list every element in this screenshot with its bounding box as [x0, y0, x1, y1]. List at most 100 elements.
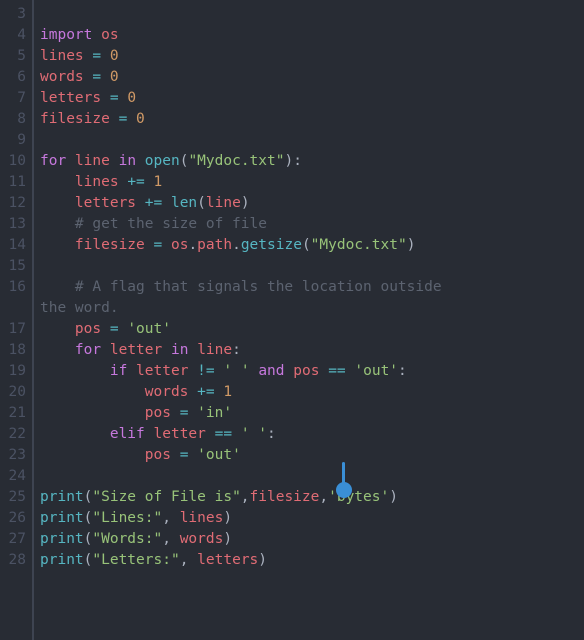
code-line[interactable]: lines += 1	[40, 172, 584, 193]
token-str: ' '	[223, 363, 249, 379]
token-def	[188, 384, 197, 400]
token-def	[188, 363, 197, 379]
token-punc: )	[223, 531, 232, 547]
token-ident: pos	[75, 321, 101, 337]
token-kw: for	[40, 153, 66, 169]
token-op: +=	[145, 195, 162, 211]
code-line[interactable]: for line in open("Mydoc.txt"):	[40, 151, 584, 172]
token-def	[136, 195, 145, 211]
token-def	[40, 195, 75, 211]
token-def	[119, 90, 128, 106]
token-punc: ,	[162, 531, 179, 547]
token-def	[101, 342, 110, 358]
token-ident: letter	[110, 342, 162, 358]
token-op: =	[110, 321, 119, 337]
token-op: =	[154, 237, 163, 253]
code-line[interactable]: import os	[40, 25, 584, 46]
token-def	[145, 237, 154, 253]
line-number: 26	[0, 508, 26, 529]
code-line[interactable]: print("Lines:", lines)	[40, 508, 584, 529]
token-num: 1	[154, 174, 163, 190]
token-def	[40, 321, 75, 337]
token-ident: words	[145, 384, 189, 400]
token-bfunc: print	[40, 552, 84, 568]
line-number: 18	[0, 340, 26, 361]
code-line[interactable]: pos = 'in'	[40, 403, 584, 424]
code-line[interactable]: pos = 'out'	[40, 445, 584, 466]
code-line[interactable]: filesize = os.path.getsize("Mydoc.txt")	[40, 235, 584, 256]
cursor-indicator-icon	[336, 482, 352, 498]
token-punc: .	[188, 237, 197, 253]
token-bfunc: print	[40, 531, 84, 547]
token-kw: and	[258, 363, 284, 379]
code-area[interactable]: import oslines = 0words = 0letters = 0fi…	[40, 0, 584, 640]
token-str: "Mydoc.txt"	[188, 153, 284, 169]
token-punc: (	[197, 195, 206, 211]
code-line[interactable]	[40, 4, 584, 25]
token-bfunc: len	[171, 195, 197, 211]
token-op: !=	[197, 363, 214, 379]
token-def	[40, 363, 110, 379]
code-line[interactable]: # A flag that signals the location outsi…	[40, 277, 584, 298]
token-ident: filesize	[250, 489, 320, 505]
line-number: 28	[0, 550, 26, 571]
code-line[interactable]: words = 0	[40, 67, 584, 88]
token-def	[319, 363, 328, 379]
code-line[interactable]: the word.	[40, 298, 584, 319]
token-cmt: # A flag that signals the location outsi…	[75, 279, 450, 295]
token-punc: :	[267, 426, 276, 442]
code-line[interactable]	[40, 466, 584, 487]
code-line[interactable]: print("Words:", words)	[40, 529, 584, 550]
token-def	[40, 342, 75, 358]
token-str: "Lines:"	[92, 510, 162, 526]
code-line[interactable]: # get the size of file	[40, 214, 584, 235]
token-ident: os	[171, 237, 188, 253]
code-line[interactable]: letters += len(line)	[40, 193, 584, 214]
code-line[interactable]: lines = 0	[40, 46, 584, 67]
code-line[interactable]: words += 1	[40, 382, 584, 403]
token-punc: ,	[319, 489, 328, 505]
token-ident: letters	[75, 195, 136, 211]
token-punc: ,	[241, 489, 250, 505]
line-number: 8	[0, 109, 26, 130]
token-def	[40, 237, 75, 253]
line-number: 11	[0, 172, 26, 193]
token-func: getsize	[241, 237, 302, 253]
line-number: 17	[0, 319, 26, 340]
token-ident: pos	[145, 405, 171, 421]
code-line[interactable]: print("Size of File is",filesize,'bytes'…	[40, 487, 584, 508]
token-str: 'out'	[354, 363, 398, 379]
token-def	[171, 447, 180, 463]
token-def	[188, 405, 197, 421]
token-def	[40, 447, 145, 463]
code-editor[interactable]: 3456789101112131415161718192021222324252…	[0, 0, 584, 640]
token-def	[232, 426, 241, 442]
token-bfunc: print	[40, 489, 84, 505]
code-line[interactable]: elif letter == ' ':	[40, 424, 584, 445]
line-number: 6	[0, 67, 26, 88]
code-line[interactable]: letters = 0	[40, 88, 584, 109]
line-number: 5	[0, 46, 26, 67]
token-str: "Mydoc.txt"	[311, 237, 407, 253]
token-def	[40, 426, 110, 442]
code-line[interactable]: pos = 'out'	[40, 319, 584, 340]
line-number: 24	[0, 466, 26, 487]
token-op: =	[92, 48, 101, 64]
code-line[interactable]	[40, 256, 584, 277]
line-number	[0, 298, 26, 319]
token-op: ==	[328, 363, 345, 379]
token-num: 0	[110, 48, 119, 64]
code-line[interactable]: if letter != ' ' and pos == 'out':	[40, 361, 584, 382]
code-line[interactable]: filesize = 0	[40, 109, 584, 130]
code-line[interactable]: print("Letters:", letters)	[40, 550, 584, 571]
token-num: 1	[223, 384, 232, 400]
token-ident: words	[180, 531, 224, 547]
code-line[interactable]: for letter in line:	[40, 340, 584, 361]
token-cmt: # get the size of file	[75, 216, 267, 232]
token-ident: letters	[40, 90, 101, 106]
token-ident: line	[197, 342, 232, 358]
token-def	[101, 90, 110, 106]
token-def	[110, 111, 119, 127]
token-ident: pos	[293, 363, 319, 379]
code-line[interactable]	[40, 130, 584, 151]
